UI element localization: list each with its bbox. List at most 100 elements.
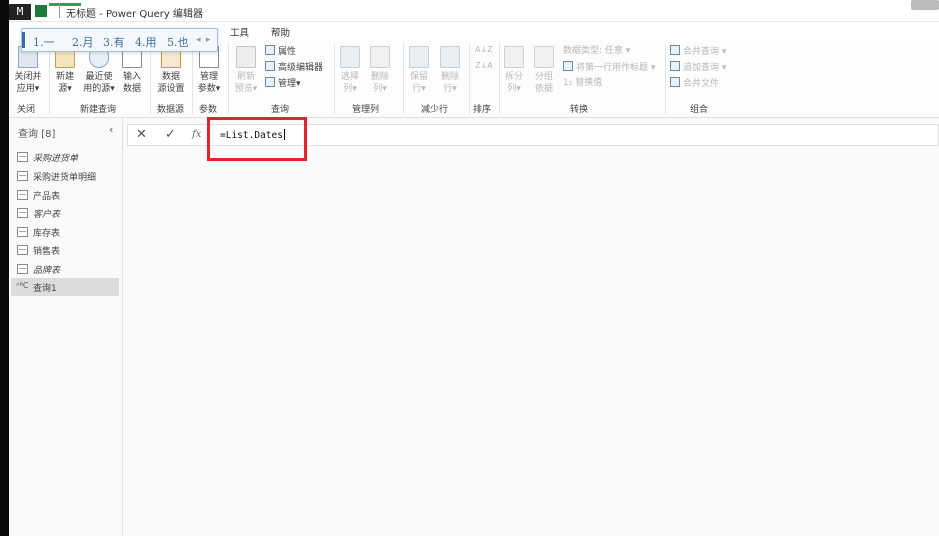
append-queries-button[interactable]: 追加查询 ▾ [670,61,726,74]
remove-rows-label-1: 删除 [440,72,459,82]
ime-candidate[interactable]: 2.月 [72,34,94,50]
data-source-settings-button[interactable]: 数据 源设置 [155,46,187,95]
properties-label: 属性 [278,47,297,57]
new-source-button[interactable]: 新建 源▾ [53,46,77,95]
recent-sources-label-2: 用的源 [83,84,111,94]
dropdown-arrow: ▾ [110,84,115,94]
group-separator [49,44,50,114]
fx-icon[interactable]: fx [192,129,201,140]
advanced-editor-label: 高级编辑器 [278,63,324,73]
dropdown-arrow: ▾ [516,84,521,94]
sort-ascending-button[interactable]: A↓Z [475,44,493,56]
group-separator [228,44,229,114]
params-label-1: 管理 [199,72,218,82]
query-label: 品牌表 [33,266,61,276]
ime-candidate[interactable]: 5.也 [167,34,189,50]
query-item[interactable]: 采购进货单明细 [11,167,119,185]
query-label: 库存表 [33,229,61,239]
table-icon [17,245,28,255]
query-label: 客户表 [33,210,61,220]
choose-columns-label-2: 列 [343,84,353,94]
cancel-icon[interactable]: ✕ [136,127,147,142]
recent-sources-button[interactable]: 最近使 用的源▾ [81,46,117,95]
tab-help[interactable]: 帮助 [271,25,290,39]
keep-rows-button[interactable]: 保留 行▾ [406,46,432,95]
close-apply-label-2: 应用 [16,84,35,94]
use-first-row-label: 将第一行用作标题 [576,63,649,73]
replace-values-label: 替换值 [575,78,603,88]
query-item[interactable]: 产品表 [11,186,119,204]
ime-cursor [22,32,25,48]
keep-rows-icon [409,46,429,68]
split-column-label-2: 列 [507,84,517,94]
query-item[interactable]: 采购进货单 [11,148,119,166]
ime-candidate[interactable]: 1.一 [33,34,55,50]
query-label: 查询1 [33,284,57,294]
ime-candidate-popup: 1.一 2.月 3.有 4.用 5.也 ◂ ▸ [21,28,218,52]
new-source-label-1: 新建 [55,72,74,82]
query-label: 产品表 [33,192,61,202]
group-label-params: 参数 [199,105,218,115]
save-icon[interactable] [35,5,47,17]
group-separator [150,44,151,114]
remove-columns-button[interactable]: 删除 列▾ [367,46,393,95]
dropdown-arrow: ▾ [622,46,631,56]
ime-prev-page-icon[interactable]: ◂ [196,35,201,45]
window-controls[interactable] [911,0,939,10]
sort-ascending-icon: A↓Z [475,45,493,54]
close-apply-button[interactable]: 关闭并 应用▾ [11,46,45,95]
confirm-icon[interactable]: ✓ [165,127,176,142]
table-icon [17,264,28,274]
manage-params-button[interactable]: 管理 参数▾ [195,46,223,95]
split-column-button[interactable]: 拆分 列▾ [502,46,526,95]
screen-edge [0,0,9,536]
remove-rows-button[interactable]: 删除 行▾ [437,46,463,95]
use-first-row-headers-button[interactable]: 将第一行用作标题 ▾ [563,61,655,74]
refresh-label-2: 预览 [234,84,253,94]
manage-button[interactable]: 管理▾ [265,77,301,90]
query-item[interactable]: 库存表 [11,223,119,241]
group-label-new-query: 新建查询 [80,105,117,115]
replace-values-button[interactable]: 1₂ 替换值 [563,77,602,89]
ime-candidate[interactable]: 4.用 [135,34,157,50]
query-item[interactable]: 销售表 [11,241,119,259]
group-label-transform: 转换 [570,105,589,115]
ime-next-page-icon[interactable]: ▸ [206,35,211,45]
dropdown-arrow: ▾ [352,84,357,94]
ime-candidate[interactable]: 3.有 [103,34,125,50]
group-by-label-1: 分组 [534,72,553,82]
app-icon: M [9,4,31,20]
combine-files-button[interactable]: 合并文件 [670,77,719,90]
group-by-button[interactable]: 分组 依据 [532,46,556,95]
group-label-sort: 排序 [473,105,492,115]
collapse-icon[interactable]: ‹ [109,123,113,136]
data-type-dropdown[interactable]: 数据类型: 任意 ▾ [563,45,630,57]
keep-rows-label-2: 行 [412,84,422,94]
group-label-data-source: 数据源 [157,105,185,115]
window-title: 无标题 - Power Query 编辑器 [66,9,203,20]
query-item-selected[interactable]: ᴬᴮC 查询1 [11,278,119,296]
query-item[interactable]: 客户表 [11,204,119,222]
split-column-label-1: 拆分 [504,72,523,82]
choose-columns-button[interactable]: 选择 列▾ [337,46,363,95]
enter-data-button[interactable]: 输入 数据 [120,46,144,95]
group-by-icon [534,46,554,68]
merge-queries-button[interactable]: 合并查询 ▾ [670,45,726,58]
advanced-editor-button[interactable]: 高级编辑器 [265,61,323,74]
refresh-preview-button[interactable]: 刷新 预览▾ [231,46,261,95]
keep-rows-label-1: 保留 [409,72,428,82]
query-label: 采购进货单 [33,154,79,164]
query-label: 销售表 [33,247,61,257]
data-type-label: 数据类型: 任意 [563,46,623,56]
group-label-combine: 组合 [690,105,709,115]
enter-data-label-1: 输入 [122,72,141,82]
title-bar: M 无标题 - Power Query 编辑器 [9,0,939,22]
query-item[interactable]: 品牌表 [11,260,119,278]
table-icon [17,190,28,200]
manage-label: 管理 [278,79,297,89]
sort-descending-button[interactable]: Z↓A [475,60,493,72]
remove-columns-label-1: 删除 [370,72,389,82]
choose-columns-icon [340,46,360,68]
properties-button[interactable]: 属性 [265,45,296,58]
tab-tools[interactable]: 工具 [230,25,249,39]
